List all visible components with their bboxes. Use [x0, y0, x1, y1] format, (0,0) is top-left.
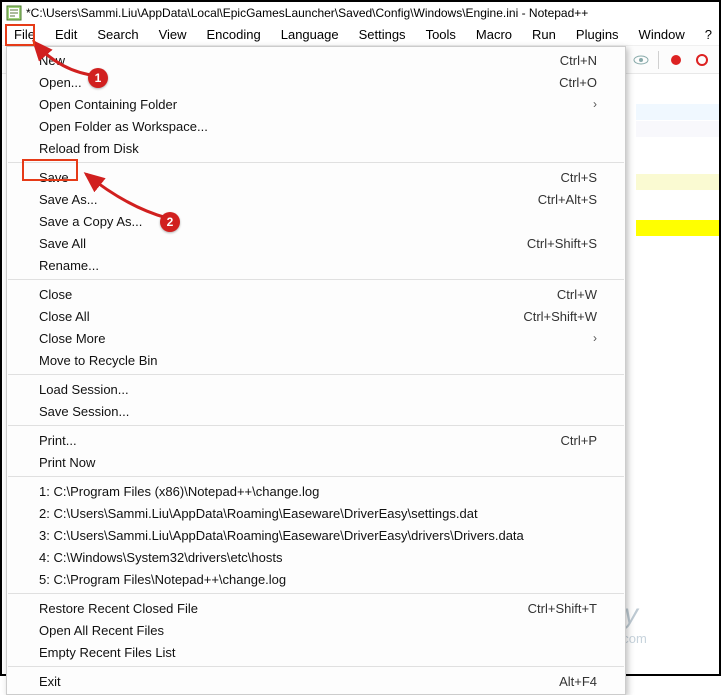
- record-outline-icon[interactable]: [691, 49, 713, 71]
- menu-item-recent-3[interactable]: 3: C:\Users\Sammi.Liu\AppData\Roaming\Ea…: [7, 524, 625, 546]
- menu-window[interactable]: Window: [629, 25, 695, 44]
- menu-settings[interactable]: Settings: [349, 25, 416, 44]
- editor-line-highlight: [636, 220, 719, 236]
- menu-item-reload[interactable]: Reload from Disk: [7, 137, 625, 159]
- menu-item-recent-2[interactable]: 2: C:\Users\Sammi.Liu\AppData\Roaming\Ea…: [7, 502, 625, 524]
- menu-item-load-session[interactable]: Load Session...: [7, 378, 625, 400]
- menu-item-rename[interactable]: Rename...: [7, 254, 625, 276]
- menu-help[interactable]: ?: [695, 25, 721, 44]
- file-menu-dropdown: NewCtrl+N Open...Ctrl+O Open Containing …: [6, 46, 626, 695]
- menu-item-open-all-recent[interactable]: Open All Recent Files: [7, 619, 625, 641]
- window-title: *C:\Users\Sammi.Liu\AppData\Local\EpicGa…: [26, 6, 588, 20]
- menu-item-save[interactable]: SaveCtrl+S: [7, 166, 625, 188]
- menu-separator: [8, 425, 624, 426]
- menu-item-recent-5[interactable]: 5: C:\Program Files\Notepad++\change.log: [7, 568, 625, 590]
- menu-language[interactable]: Language: [271, 25, 349, 44]
- editor-line: [636, 104, 719, 120]
- menu-item-empty-recent[interactable]: Empty Recent Files List: [7, 641, 625, 663]
- menu-item-recent-4[interactable]: 4: C:\Windows\System32\drivers\etc\hosts: [7, 546, 625, 568]
- menu-separator: [8, 374, 624, 375]
- menu-encoding[interactable]: Encoding: [197, 25, 271, 44]
- chevron-right-icon: ›: [593, 331, 597, 345]
- menu-file[interactable]: File: [4, 25, 45, 44]
- menu-item-recent-1[interactable]: 1: C:\Program Files (x86)\Notepad++\chan…: [7, 480, 625, 502]
- menu-separator: [8, 476, 624, 477]
- menu-item-save-session[interactable]: Save Session...: [7, 400, 625, 422]
- annotation-badge-1: 1: [88, 68, 108, 88]
- menu-item-print-now[interactable]: Print Now: [7, 451, 625, 473]
- menu-plugins[interactable]: Plugins: [566, 25, 629, 44]
- menu-item-close-all[interactable]: Close AllCtrl+Shift+W: [7, 305, 625, 327]
- editor-line: [636, 174, 719, 190]
- record-icon[interactable]: [665, 49, 687, 71]
- editor-line: [636, 121, 719, 137]
- menu-item-close[interactable]: CloseCtrl+W: [7, 283, 625, 305]
- menu-macro[interactable]: Macro: [466, 25, 522, 44]
- menu-separator: [8, 593, 624, 594]
- menu-bar: File Edit Search View Encoding Language …: [2, 24, 719, 46]
- menu-separator: [8, 666, 624, 667]
- menu-tools[interactable]: Tools: [416, 25, 466, 44]
- chevron-right-icon: ›: [593, 97, 597, 111]
- menu-separator: [8, 162, 624, 163]
- menu-separator: [8, 279, 624, 280]
- menu-view[interactable]: View: [149, 25, 197, 44]
- menu-item-save-as[interactable]: Save As...Ctrl+Alt+S: [7, 188, 625, 210]
- menu-item-exit[interactable]: ExitAlt+F4: [7, 670, 625, 692]
- toolbar-separator: [658, 51, 659, 69]
- menu-item-close-more[interactable]: Close More›: [7, 327, 625, 349]
- menu-item-move-recycle[interactable]: Move to Recycle Bin: [7, 349, 625, 371]
- menu-item-save-copy-as[interactable]: Save a Copy As...: [7, 210, 625, 232]
- menu-item-open-containing-folder[interactable]: Open Containing Folder›: [7, 93, 625, 115]
- menu-search[interactable]: Search: [87, 25, 148, 44]
- app-icon: [6, 5, 22, 21]
- annotation-badge-2: 2: [160, 212, 180, 232]
- menu-item-print[interactable]: Print...Ctrl+P: [7, 429, 625, 451]
- menu-item-restore-recent[interactable]: Restore Recent Closed FileCtrl+Shift+T: [7, 597, 625, 619]
- menu-item-save-all[interactable]: Save AllCtrl+Shift+S: [7, 232, 625, 254]
- eye-icon[interactable]: [630, 49, 652, 71]
- menu-run[interactable]: Run: [522, 25, 566, 44]
- menu-item-open-folder-workspace[interactable]: Open Folder as Workspace...: [7, 115, 625, 137]
- menu-edit[interactable]: Edit: [45, 25, 87, 44]
- title-bar: *C:\Users\Sammi.Liu\AppData\Local\EpicGa…: [2, 2, 719, 24]
